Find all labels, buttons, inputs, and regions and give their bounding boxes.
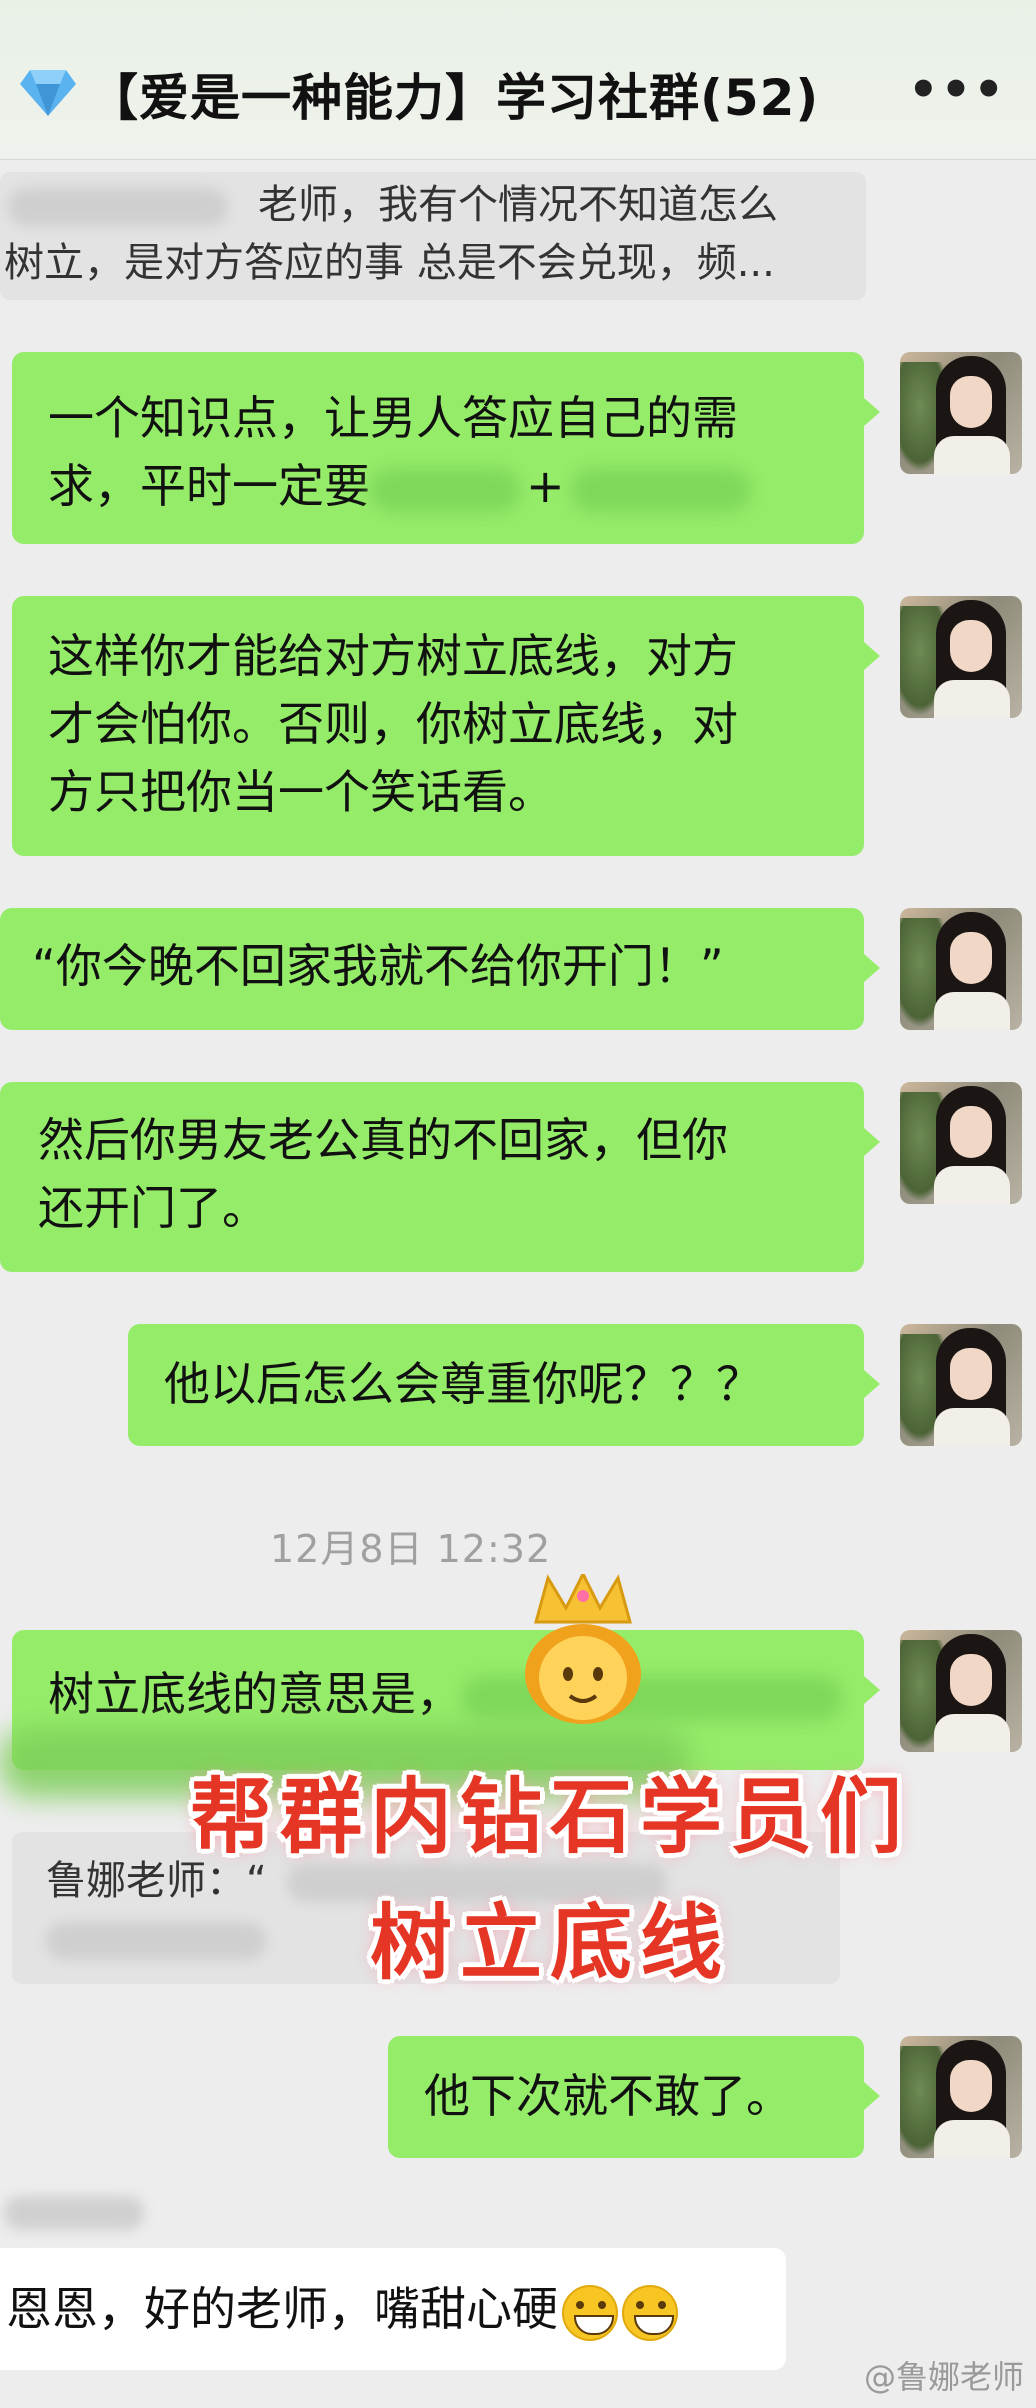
message-bubble[interactable]: 一个知识点，让男人答应自己的需 求，平时一定要 + bbox=[12, 352, 880, 544]
avatar[interactable] bbox=[900, 1630, 1022, 1752]
incoming-message[interactable]: 恩恩，好的老师，嘴甜心硬 bbox=[0, 2248, 786, 2370]
blurred-sender bbox=[4, 2196, 144, 2230]
message-bubble[interactable]: 这样你才能给对方树立底线，对方 才会怕你。否则，你树立底线，对 方只把你当一个笑… bbox=[12, 596, 880, 856]
blurred-sender bbox=[8, 188, 228, 226]
chat-header: 【爱是一种能力】学习社群(52) ••• bbox=[0, 0, 1036, 160]
avatar[interactable] bbox=[900, 2036, 1022, 2158]
avatar[interactable] bbox=[900, 352, 1022, 474]
avatar[interactable] bbox=[900, 1082, 1022, 1204]
quote-line-1: 老师，我有个情况不知道怎么 bbox=[258, 182, 778, 228]
princess-emoji-icon bbox=[525, 1574, 641, 1724]
more-options-icon[interactable]: ••• bbox=[908, 62, 1006, 118]
message-bubble[interactable]: 他下次就不敢了。 bbox=[388, 2036, 880, 2158]
grinning-emoji-icon bbox=[622, 2284, 678, 2341]
avatar[interactable] bbox=[900, 1324, 1022, 1446]
quote-line-2: 树立，是对方答应的事 总是不会兑现，频... bbox=[4, 240, 775, 286]
timestamp: 12月8日 12:32 bbox=[270, 1527, 552, 1571]
blurred-text bbox=[570, 467, 751, 512]
overlay-title-line-1: 帮群内钻石学员们 bbox=[189, 1769, 910, 1865]
message-bubble[interactable]: “你今晚不回家我就不给你开门！” bbox=[0, 908, 880, 1030]
avatar[interactable] bbox=[900, 596, 1022, 718]
blurred-text bbox=[370, 467, 520, 512]
overlay-title-line-2: 树立底线 bbox=[369, 1895, 730, 1991]
group-title[interactable]: 【爱是一种能力】学习社群(52) bbox=[88, 58, 819, 130]
message-bubble[interactable]: 然后你男友老公真的不回家，但你 还开门了。 bbox=[0, 1082, 880, 1272]
grinning-emoji-icon bbox=[562, 2284, 618, 2341]
quoted-message-top[interactable]: 老师，我有个情况不知道怎么 树立，是对方答应的事 总是不会兑现，频... bbox=[0, 172, 866, 300]
watermark: @鲁娜老师 bbox=[863, 2358, 1024, 2396]
avatar[interactable] bbox=[900, 908, 1022, 1030]
message-bubble[interactable]: 他以后怎么会尊重你呢？？？ bbox=[128, 1324, 880, 1446]
diamond-icon bbox=[20, 70, 76, 116]
